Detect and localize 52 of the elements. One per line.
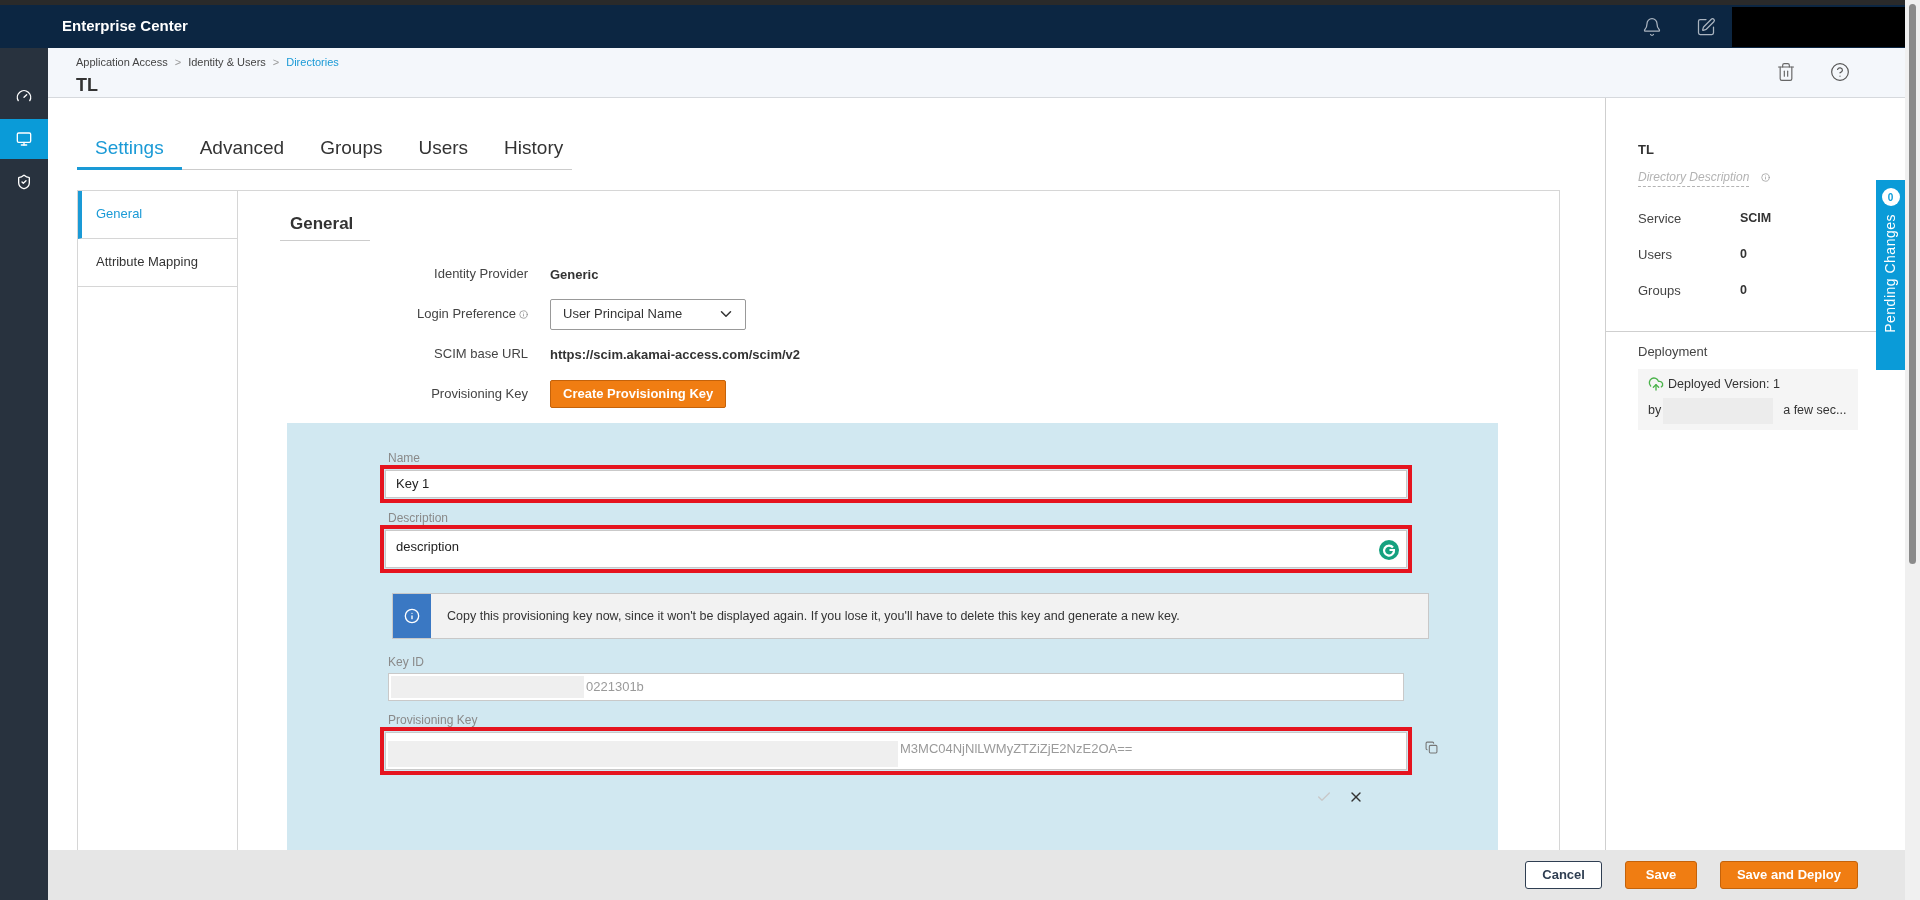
breadcrumb-link[interactable]: Identity & Users	[188, 54, 266, 71]
help-icon[interactable]	[1830, 62, 1850, 82]
cancel-button[interactable]: Cancel	[1525, 861, 1602, 889]
textarea-field[interactable]: description	[385, 530, 1407, 568]
property-label: Login Preference	[417, 305, 516, 324]
text-field[interactable]: Key 1	[385, 470, 1407, 498]
subnav-item[interactable]: Attribute Mapping	[78, 238, 237, 287]
field-label: Description	[388, 510, 450, 525]
delete-icon[interactable]	[1776, 62, 1796, 82]
tab[interactable]: Users	[400, 134, 487, 170]
info-icon	[1761, 172, 1771, 182]
monitor-icon	[16, 131, 32, 147]
app-title: Enterprise Center	[62, 16, 188, 37]
grammar-assistant-icon[interactable]	[1378, 539, 1400, 561]
breadcrumb-separator: >	[272, 55, 280, 70]
info-icon	[519, 309, 528, 319]
tab[interactable]: Groups	[302, 134, 401, 170]
property-label: Identity Provider	[434, 265, 528, 284]
field-label: Name	[388, 450, 421, 465]
property-label: SCIM base URL	[434, 345, 528, 364]
gauge-icon	[16, 88, 32, 104]
edit-icon[interactable]	[1696, 16, 1716, 37]
summary-title: TL	[1638, 141, 1655, 159]
summary-value: SCIM	[1740, 210, 1772, 228]
field-label: Provisioning Key	[388, 712, 479, 727]
breadcrumb-separator: >	[174, 55, 182, 70]
deployed-time: a few sec...	[1783, 402, 1847, 420]
notification-icon[interactable]	[1642, 16, 1662, 37]
copy-icon[interactable]	[1425, 741, 1438, 754]
cloud-upload-icon	[1648, 376, 1664, 393]
summary-label: Service	[1638, 209, 1683, 228]
property-label: Provisioning Key	[431, 385, 528, 404]
deployed-version: Deployed Version: 1	[1668, 376, 1780, 393]
shield-icon	[16, 174, 32, 190]
info-icon	[404, 608, 420, 624]
page-title: TL	[76, 73, 99, 97]
login-preference-select[interactable]: User Principal Name	[550, 298, 746, 330]
breadcrumb-link[interactable]: Application Access	[76, 54, 168, 71]
deployment-title: Deployment	[1638, 342, 1709, 361]
summary-value: 0	[1740, 282, 1747, 300]
summary-label: Groups	[1638, 281, 1682, 300]
summary-value: 0	[1740, 246, 1747, 264]
property-value: https://scim.akamai-access.com/scim/v2	[550, 347, 801, 362]
deployed-by: by	[1648, 402, 1662, 420]
tab[interactable]: History	[486, 134, 582, 170]
notice-text: Copy this provisioning key now, since it won't be displayed again. If you lose it, you'll have to delete this key and generate a new key.	[446, 607, 1180, 625]
pending-count: 0	[1881, 188, 1900, 206]
section-title: General	[290, 213, 354, 233]
property-value: Generic	[550, 267, 599, 282]
tab[interactable]: Advanced	[181, 134, 303, 170]
summary-label: Users	[1638, 245, 1673, 264]
field-label: Key ID	[388, 654, 425, 669]
